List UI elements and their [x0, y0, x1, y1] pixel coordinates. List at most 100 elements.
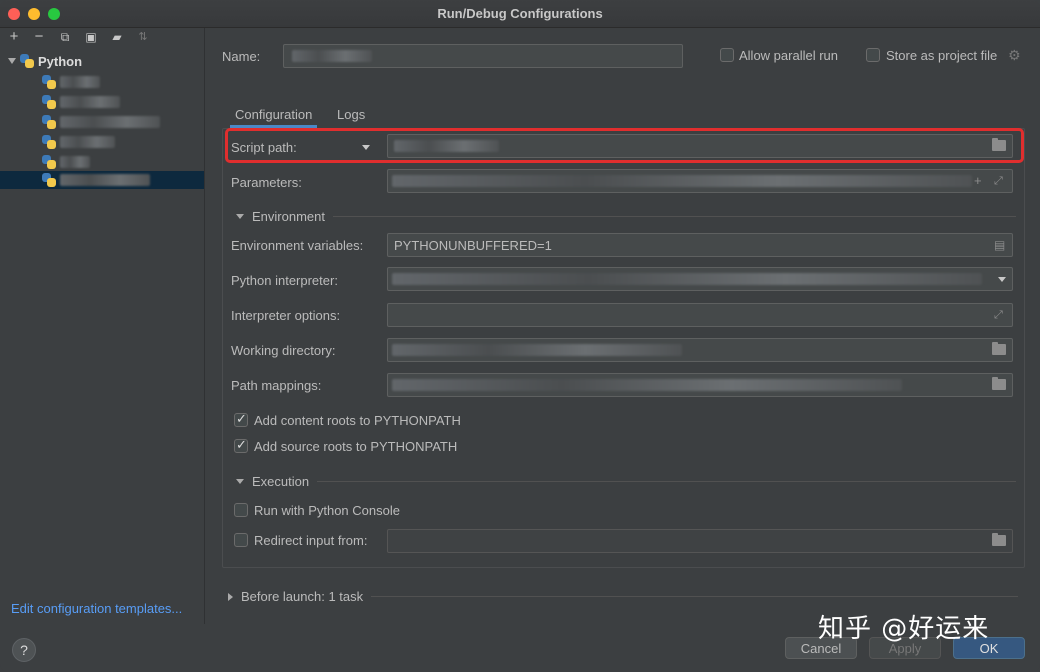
redacted-value	[394, 140, 499, 152]
maximize-window-button[interactable]	[48, 8, 60, 20]
python-icon	[42, 155, 56, 169]
redirect-input-checkbox[interactable]	[234, 533, 248, 547]
close-window-button[interactable]	[8, 8, 20, 20]
run-console-checkbox[interactable]	[234, 503, 248, 517]
tab-logs[interactable]: Logs	[337, 102, 365, 128]
window-title: Run/Debug Configurations	[437, 6, 603, 21]
folder-add-icon[interactable]: ▰	[109, 29, 125, 45]
execution-section-title: Execution	[252, 474, 310, 489]
redacted-value	[392, 273, 982, 285]
run-debug-dialog: Run/Debug Configurations + − ⧉ ▣ ▰ ⇅ Pyt…	[0, 0, 1040, 672]
parameters-field[interactable]: + ⤢	[387, 169, 1013, 193]
redacted-label	[60, 174, 150, 186]
document-icon[interactable]: ▤	[994, 239, 1006, 251]
redacted-value	[392, 344, 682, 356]
python-icon	[42, 173, 56, 187]
source-roots-label: Add source roots to PYTHONPATH	[254, 439, 458, 454]
chevron-down-icon[interactable]	[362, 145, 370, 150]
script-path-label: Script path:	[231, 140, 297, 155]
title-bar: Run/Debug Configurations	[0, 0, 1040, 28]
sidebar-toolbar: + − ⧉ ▣ ▰ ⇅	[0, 28, 205, 48]
help-button[interactable]: ?	[12, 638, 36, 662]
interpreter-select[interactable]	[387, 267, 1013, 291]
content-roots-checkbox[interactable]	[234, 411, 248, 427]
divider	[317, 481, 1016, 482]
content-roots-label: Add content roots to PYTHONPATH	[254, 413, 461, 428]
python-icon	[42, 95, 56, 109]
chevron-right-icon[interactable]	[228, 592, 233, 601]
env-vars-label: Environment variables:	[231, 238, 364, 253]
chevron-down-icon[interactable]	[236, 214, 244, 219]
configuration-editor: Name: Allow parallel run Store as projec…	[205, 28, 1040, 624]
tree-item[interactable]	[42, 153, 192, 171]
redacted-label	[60, 96, 120, 108]
store-project-label: Store as project file	[886, 48, 998, 63]
before-launch-title: Before launch: 1 task	[241, 589, 364, 604]
tree-root-python[interactable]: Python	[8, 52, 82, 70]
tree-item[interactable]	[42, 113, 192, 131]
path-mappings-label: Path mappings:	[231, 378, 322, 393]
python-icon	[42, 115, 56, 129]
redacted-value	[392, 379, 902, 391]
env-vars-field[interactable]: PYTHONUNBUFFERED=1 ▤	[387, 233, 1013, 257]
plus-icon[interactable]: +	[6, 29, 22, 45]
chevron-down-icon[interactable]	[8, 58, 16, 64]
source-roots-checkbox[interactable]	[234, 437, 248, 453]
configurations-sidebar: + − ⧉ ▣ ▰ ⇅ Python Edit configuration te…	[0, 28, 205, 624]
allow-parallel-checkbox[interactable]	[720, 48, 734, 62]
gear-icon[interactable]: ⚙	[1008, 47, 1021, 64]
chevron-down-icon[interactable]	[236, 479, 244, 484]
python-icon	[42, 75, 56, 89]
divider	[371, 596, 1018, 597]
tree-root-label: Python	[38, 53, 83, 69]
redacted-label	[60, 76, 100, 88]
redacted-label	[60, 136, 115, 148]
redacted-label	[60, 116, 160, 128]
name-field[interactable]	[283, 44, 683, 68]
folder-icon[interactable]	[992, 138, 1006, 151]
chevron-down-icon[interactable]	[998, 277, 1006, 282]
python-icon	[42, 135, 56, 149]
store-project-checkbox[interactable]	[866, 48, 880, 62]
redacted-label	[60, 156, 90, 168]
tree-item-selected[interactable]	[0, 171, 204, 189]
env-vars-value: PYTHONUNBUFFERED=1	[394, 238, 552, 253]
copy-icon[interactable]: ⧉	[57, 29, 73, 45]
plus-icon[interactable]: +	[974, 174, 986, 187]
divider	[332, 216, 1016, 217]
python-icon	[20, 54, 34, 68]
redacted-value	[392, 175, 972, 187]
save-icon[interactable]: ▣	[83, 29, 99, 45]
tab-configuration[interactable]: Configuration	[230, 102, 318, 128]
tree-item[interactable]	[42, 93, 192, 111]
interpreter-options-field[interactable]: ⤢	[387, 303, 1013, 327]
folder-icon[interactable]	[992, 533, 1006, 546]
folder-icon[interactable]	[992, 377, 1006, 390]
redacted-value	[292, 50, 372, 62]
path-mappings-field[interactable]	[387, 373, 1013, 397]
name-label: Name:	[222, 49, 261, 64]
watermark: 知乎 @好运来	[818, 614, 990, 644]
redirect-input-label: Redirect input from:	[254, 533, 368, 548]
interpreter-label: Python interpreter:	[231, 273, 338, 288]
redirect-input-field[interactable]	[387, 529, 1013, 553]
before-launch-section[interactable]: Before launch: 1 task	[228, 589, 1018, 604]
parameters-label: Parameters:	[231, 175, 302, 190]
expand-icon[interactable]: ⤢	[994, 175, 1006, 187]
expand-icon[interactable]: ⤢	[994, 309, 1006, 321]
environment-section[interactable]: Environment	[236, 209, 1016, 224]
execution-section[interactable]: Execution	[236, 474, 1016, 489]
working-dir-field[interactable]	[387, 338, 1013, 362]
tree-item[interactable]	[42, 73, 192, 91]
script-path-field[interactable]	[387, 134, 1013, 158]
interpreter-options-label: Interpreter options:	[231, 308, 341, 323]
minimize-window-button[interactable]	[28, 8, 40, 20]
sort-icon[interactable]: ⇅	[135, 29, 151, 45]
tree-item[interactable]	[42, 133, 192, 151]
folder-icon[interactable]	[992, 342, 1006, 355]
environment-section-title: Environment	[252, 209, 325, 224]
minus-icon[interactable]: −	[31, 29, 47, 45]
allow-parallel-label: Allow parallel run	[739, 48, 838, 63]
edit-templates-link[interactable]: Edit configuration templates...	[11, 601, 182, 616]
run-console-label: Run with Python Console	[254, 503, 400, 518]
